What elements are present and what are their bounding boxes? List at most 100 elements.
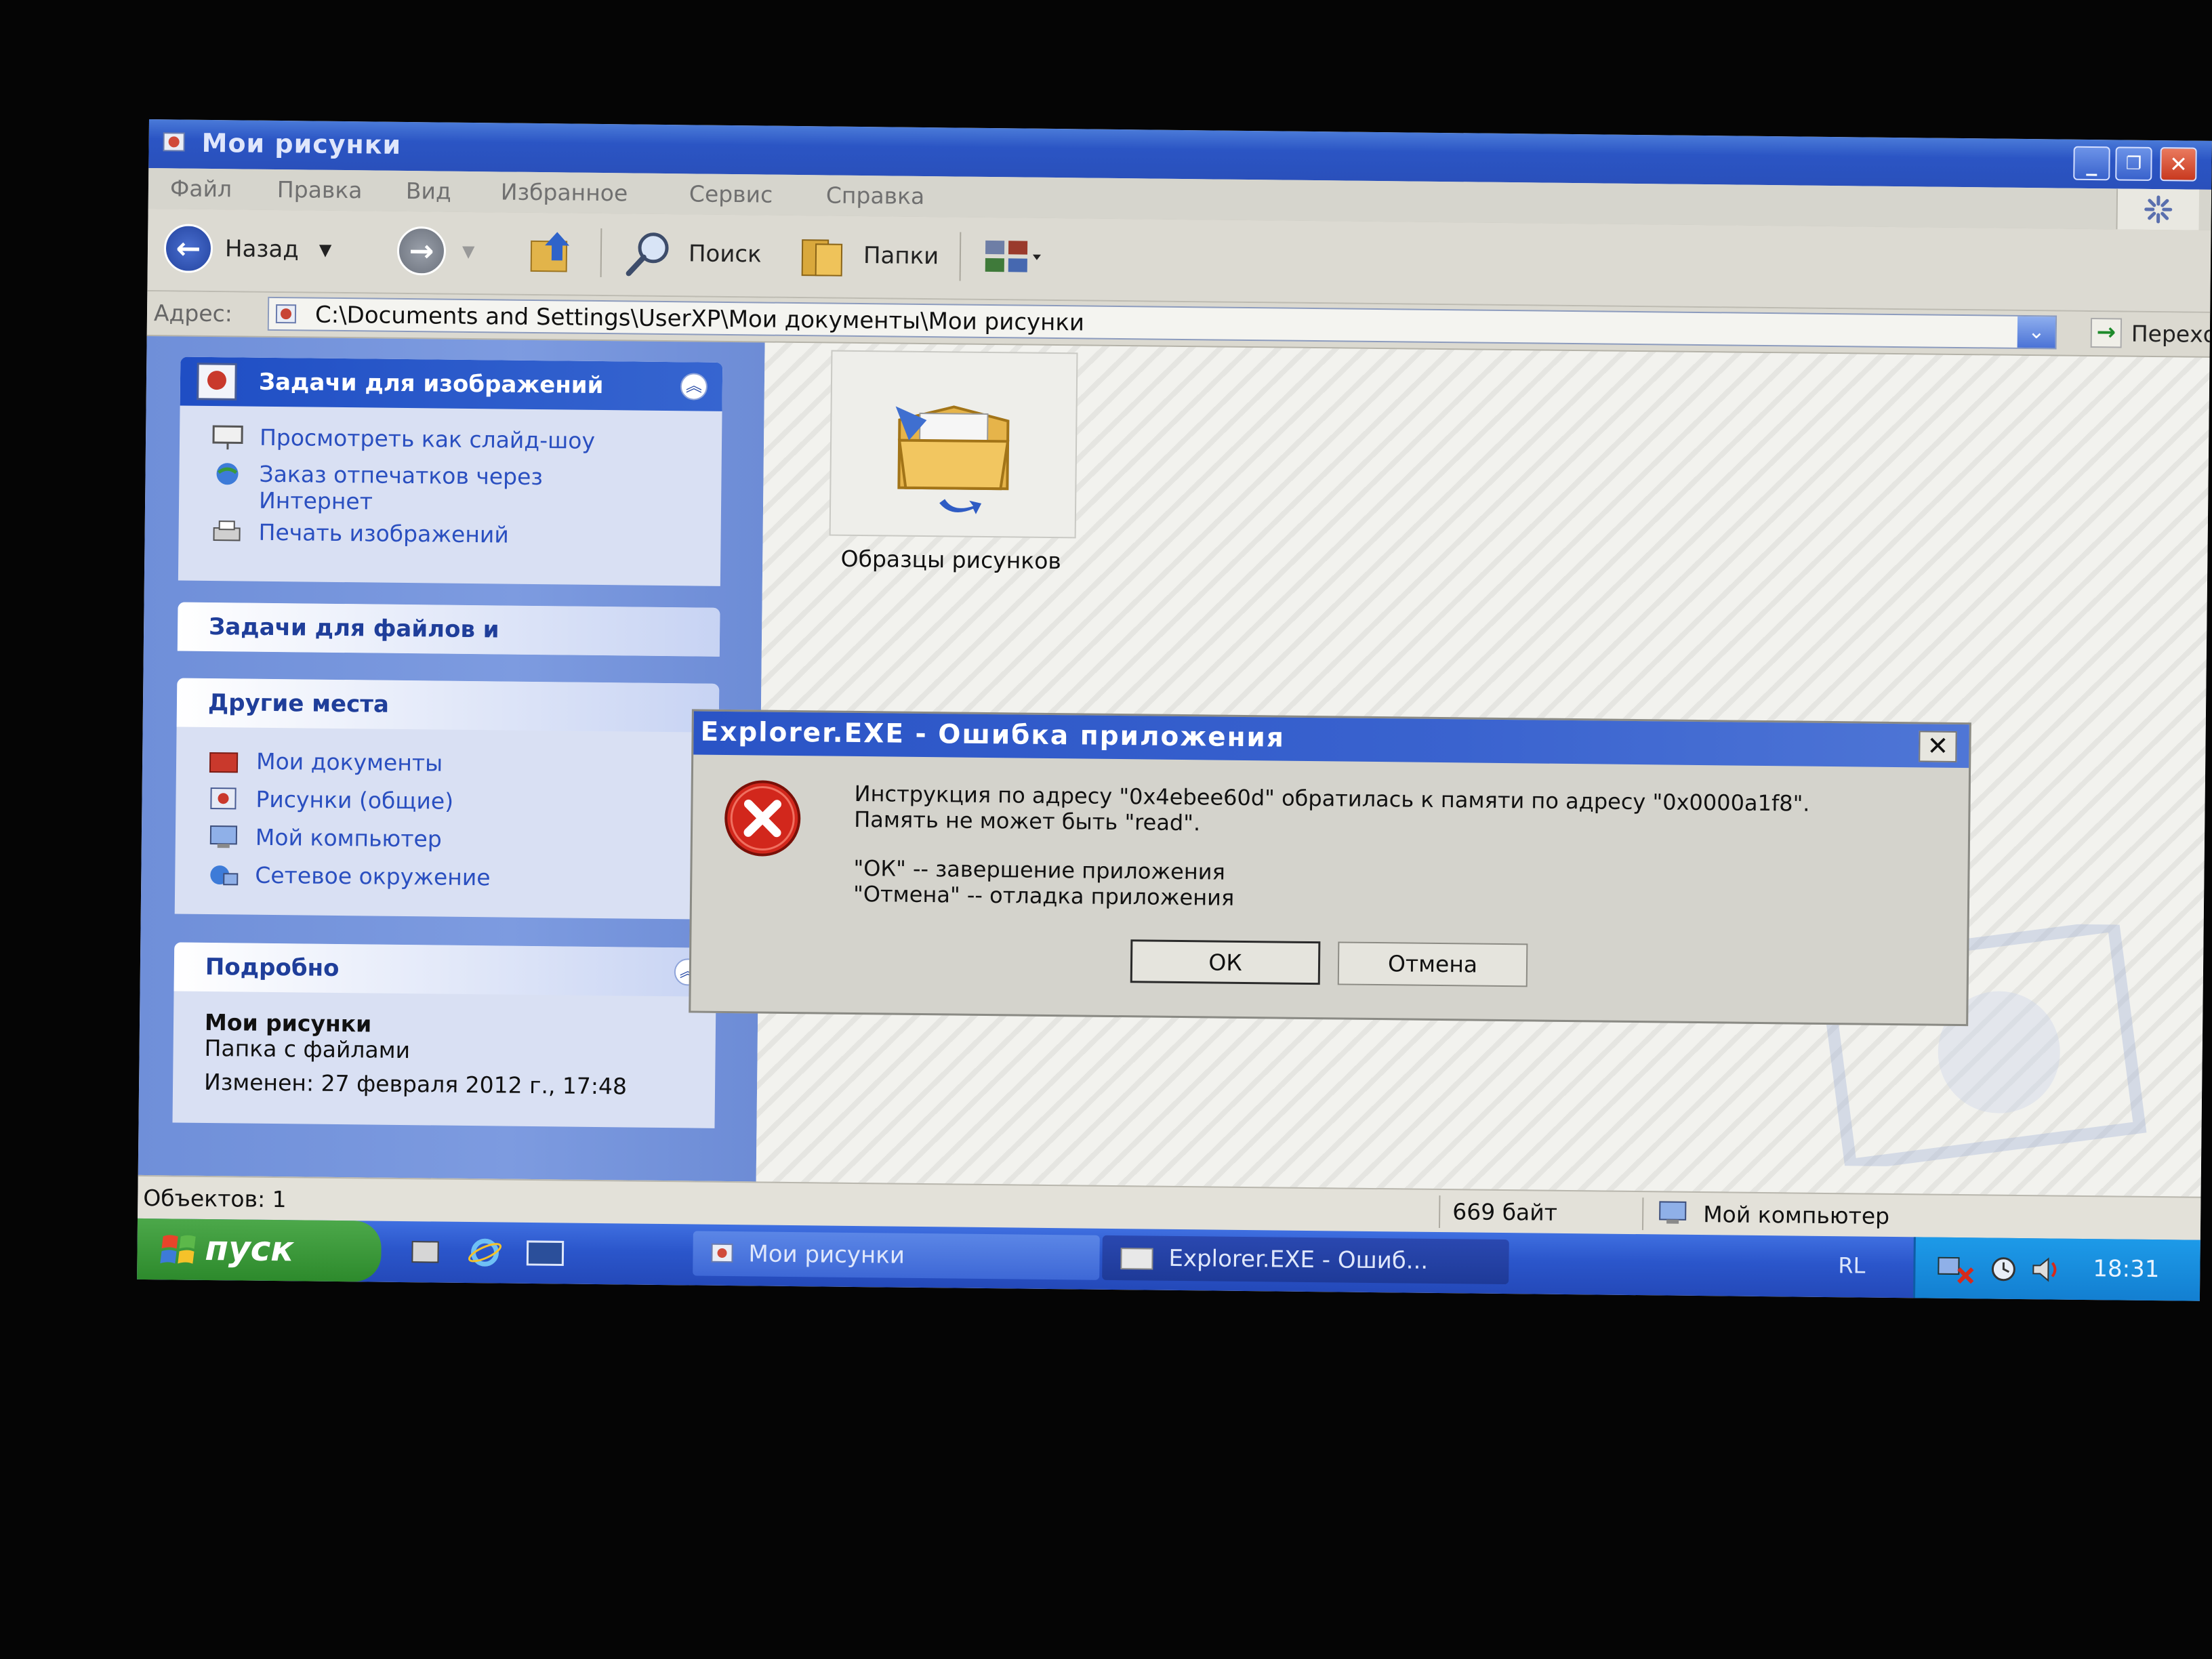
shared-pictures-icon bbox=[210, 787, 237, 810]
task-explorer-error-label: Explorer.EXE - Ошиб... bbox=[1168, 1244, 1429, 1275]
network-status-icon[interactable] bbox=[1936, 1252, 1976, 1286]
sample-pictures-label: Образцы рисунков bbox=[840, 545, 1062, 575]
my-documents-link[interactable]: Мои документы bbox=[207, 747, 443, 777]
dialog-message-line2: Память не может быть "read". bbox=[854, 806, 1201, 836]
chevron-down-icon: ⌄ bbox=[2028, 320, 2045, 344]
maximize-button[interactable]: ❐ bbox=[2115, 146, 2152, 181]
menu-favorites[interactable]: Избранное bbox=[501, 178, 628, 206]
file-tasks-panel: Задачи для файлов и bbox=[177, 602, 720, 657]
details-header[interactable]: Подробно ︽ bbox=[173, 942, 717, 997]
back-button[interactable]: ← Назад ▼ bbox=[163, 222, 332, 276]
menu-tools[interactable]: Сервис bbox=[689, 180, 773, 207]
close-button[interactable]: ✕ bbox=[2160, 147, 2197, 182]
my-computer-status-icon bbox=[1659, 1201, 1687, 1224]
forward-dropdown-icon[interactable]: ▼ bbox=[462, 242, 475, 261]
details-modified: Изменен: 27 февраля 2012 г., 17:48 bbox=[203, 1068, 628, 1100]
details-panel: Подробно ︽ Мои рисунки Папка с файлами И… bbox=[172, 942, 717, 1128]
sample-pictures-folder[interactable] bbox=[829, 350, 1078, 539]
volume-icon[interactable] bbox=[2029, 1253, 2064, 1286]
minimize-button[interactable]: _ bbox=[2073, 146, 2110, 181]
monitor-screen: Мои рисунки _ ❐ ✕ Файл Правка Вид Избран… bbox=[137, 119, 2212, 1301]
search-icon bbox=[626, 232, 669, 276]
clock-tray-icon[interactable] bbox=[1988, 1254, 2018, 1284]
other-places-header[interactable]: Другие места bbox=[176, 678, 720, 733]
window-title: Мои рисунки bbox=[201, 127, 402, 160]
slideshow-link[interactable]: Просмотреть как слайд-шоу bbox=[211, 424, 595, 455]
collapse-chevron-icon[interactable]: ︽ bbox=[680, 373, 708, 401]
dialog-message-line4: "Отмена" -- отладка приложения bbox=[853, 880, 1235, 911]
close-icon: ✕ bbox=[1927, 731, 1949, 761]
task-my-pictures-label: Мои рисунки bbox=[748, 1240, 905, 1269]
my-pictures-icon bbox=[163, 132, 185, 152]
my-computer-icon bbox=[209, 825, 238, 848]
clock: 18:31 bbox=[2093, 1255, 2160, 1284]
network-places-label: Сетевое окружение bbox=[255, 861, 491, 891]
search-button[interactable]: Поиск bbox=[622, 227, 762, 280]
up-folder-icon bbox=[530, 232, 570, 272]
status-location: Мой компьютер bbox=[1703, 1201, 1890, 1229]
details-title: Подробно bbox=[205, 953, 340, 983]
menu-file[interactable]: Файл bbox=[170, 175, 232, 202]
media-player-icon[interactable] bbox=[525, 1237, 565, 1269]
dialog-close-button[interactable]: ✕ bbox=[1919, 731, 1957, 762]
menu-view[interactable]: Вид bbox=[406, 178, 451, 205]
ok-button[interactable]: ОК bbox=[1130, 939, 1321, 985]
system-tray: 18:31 bbox=[1912, 1237, 2200, 1301]
forward-button[interactable]: → ▼ bbox=[396, 225, 475, 277]
details-type: Папка с файлами bbox=[204, 1034, 411, 1064]
show-desktop-icon[interactable] bbox=[408, 1236, 442, 1268]
my-pictures-task-icon bbox=[711, 1243, 733, 1263]
shared-pictures-link[interactable]: Рисунки (общие) bbox=[207, 785, 453, 815]
my-computer-label: Мой компьютер bbox=[255, 823, 443, 853]
internet-explorer-icon[interactable] bbox=[466, 1234, 504, 1271]
up-folder-button[interactable] bbox=[527, 226, 582, 279]
cancel-button[interactable]: Отмена bbox=[1337, 941, 1528, 987]
task-explorer-error[interactable]: Explorer.EXE - Ошиб... bbox=[1102, 1235, 1509, 1285]
back-arrow-icon: ← bbox=[163, 224, 213, 273]
folders-label: Папки bbox=[863, 242, 939, 270]
slideshow-label: Просмотреть как слайд-шоу bbox=[259, 424, 596, 454]
details-name: Мои рисунки bbox=[204, 1008, 372, 1038]
image-tasks-panel: Задачи для изображений ︽ Просмотреть как… bbox=[178, 356, 723, 586]
error-dialog: Explorer.EXE - Ошибка приложения ✕ Инстр… bbox=[689, 709, 1971, 1027]
status-size: 669 байт bbox=[1452, 1198, 1558, 1226]
printer-icon bbox=[213, 520, 241, 541]
slideshow-icon bbox=[212, 425, 243, 450]
menu-help[interactable]: Справка bbox=[826, 182, 925, 209]
start-label: пуск bbox=[205, 1228, 294, 1269]
search-label: Поиск bbox=[688, 240, 762, 268]
go-arrow-icon: → bbox=[2090, 318, 2123, 348]
go-button[interactable]: → Переход bbox=[2090, 316, 2212, 351]
minimize-icon: _ bbox=[2086, 150, 2097, 177]
menu-edit[interactable]: Правка bbox=[277, 176, 363, 203]
go-label: Переход bbox=[2131, 320, 2212, 348]
language-indicator[interactable]: RL bbox=[1838, 1252, 1865, 1278]
my-computer-link[interactable]: Мой компьютер bbox=[207, 823, 442, 853]
image-tasks-header[interactable]: Задачи для изображений ︽ bbox=[180, 356, 723, 411]
back-dropdown-icon[interactable]: ▼ bbox=[319, 241, 332, 260]
task-my-pictures[interactable]: Мои рисунки bbox=[693, 1231, 1100, 1280]
my-documents-icon bbox=[209, 752, 239, 773]
folders-button[interactable]: Папки bbox=[797, 229, 939, 282]
status-objects: Объектов: 1 bbox=[143, 1184, 287, 1213]
my-documents-label: Мои документы bbox=[255, 747, 443, 777]
windows-logo-icon bbox=[160, 1235, 196, 1264]
file-tasks-title: Задачи для файлов и bbox=[208, 613, 499, 644]
my-pictures-small-icon bbox=[275, 304, 297, 324]
address-value: C:\Documents and Settings\UserXP\Мои док… bbox=[314, 301, 1085, 337]
address-dropdown-button[interactable]: ⌄ bbox=[2017, 316, 2056, 348]
order-prints-label: Заказ отпечатков через Интернет bbox=[258, 460, 544, 515]
network-places-link[interactable]: Сетевое окружение bbox=[206, 861, 491, 891]
back-label: Назад bbox=[224, 235, 300, 264]
image-tasks-title: Задачи для изображений bbox=[258, 368, 604, 400]
order-prints-link[interactable]: Заказ отпечатков через Интернет bbox=[210, 460, 631, 517]
views-button[interactable] bbox=[983, 231, 1044, 283]
dialog-title: Explorer.EXE - Ошибка приложения bbox=[700, 716, 1286, 754]
other-places-panel: Другие места Мои документы Рисунки (общи… bbox=[174, 678, 720, 920]
print-images-link[interactable]: Печать изображений bbox=[209, 518, 509, 549]
close-icon: ✕ bbox=[2169, 151, 2188, 178]
shared-pictures-label: Рисунки (общие) bbox=[255, 785, 454, 815]
file-tasks-header[interactable]: Задачи для файлов и bbox=[177, 602, 720, 657]
start-button[interactable]: пуск bbox=[137, 1218, 382, 1282]
folder-icon bbox=[895, 405, 1010, 514]
